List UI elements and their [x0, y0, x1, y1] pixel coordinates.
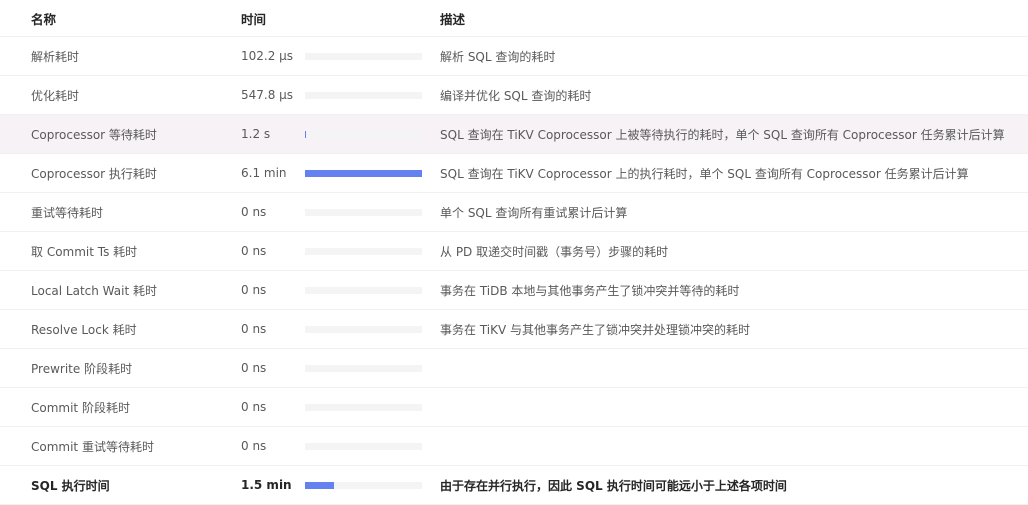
- row-name: Coprocessor 等待耗时: [31, 127, 157, 142]
- row-name: Prewrite 阶段耗时: [31, 361, 133, 376]
- table-row[interactable]: Prewrite 阶段耗时 0 ns: [0, 349, 1028, 388]
- column-header-time[interactable]: 时间: [241, 9, 266, 28]
- row-name: Local Latch Wait 耗时: [31, 283, 157, 298]
- table-row[interactable]: Local Latch Wait 耗时 0 ns 事务在 TiDB 本地与其他事务产…: [0, 271, 1028, 310]
- row-name: 取 Commit Ts 耗时: [31, 244, 138, 259]
- row-time-value: 102.2 µs: [241, 49, 294, 63]
- row-time-value: 547.8 µs: [241, 88, 294, 102]
- row-time-value: 1.2 s: [241, 127, 271, 141]
- row-description: 单个 SQL 查询所有重试累计后计算: [440, 205, 628, 220]
- table-row[interactable]: 取 Commit Ts 耗时 0 ns 从 PD 取递交时间戳（事务号）步骤的耗时: [0, 232, 1028, 271]
- time-bar-fill: [305, 131, 306, 138]
- row-description: 从 PD 取递交时间戳（事务号）步骤的耗时: [440, 244, 669, 259]
- row-name: 解析耗时: [31, 49, 80, 64]
- row-name: 重试等待耗时: [31, 205, 104, 220]
- row-time-value: 0 ns: [241, 439, 267, 453]
- table-row[interactable]: 重试等待耗时 0 ns 单个 SQL 查询所有重试累计后计算: [0, 193, 1028, 232]
- table-row[interactable]: Commit 重试等待耗时 0 ns: [0, 427, 1028, 466]
- row-description: 编译并优化 SQL 查询的耗时: [440, 88, 592, 103]
- time-bar-track: [305, 287, 422, 294]
- time-bar-track: [305, 209, 422, 216]
- time-bar-track: [305, 326, 422, 333]
- row-description: SQL 查询在 TiKV Coprocessor 上被等待执行的耗时，单个 SQ…: [440, 127, 1005, 142]
- column-header-name[interactable]: 名称: [31, 9, 56, 28]
- table-row[interactable]: Coprocessor 等待耗时 1.2 s SQL 查询在 TiKV Coproc…: [0, 115, 1028, 154]
- table-row[interactable]: SQL 执行时间 1.5 min 由于存在并行执行，因此 SQL 执行时间可能远小于…: [0, 466, 1028, 505]
- row-description: 解析 SQL 查询的耗时: [440, 49, 556, 64]
- row-time-value: 0 ns: [241, 361, 267, 375]
- time-bar-track: [305, 131, 422, 138]
- row-description: 事务在 TiDB 本地与其他事务产生了锁冲突并等待的耗时: [440, 283, 740, 298]
- table-row[interactable]: Commit 阶段耗时 0 ns: [0, 388, 1028, 427]
- row-description: 事务在 TiKV 与其他事务产生了锁冲突并处理锁冲突的耗时: [440, 322, 751, 337]
- row-time-value: 6.1 min: [241, 166, 287, 180]
- row-time-value: 0 ns: [241, 283, 267, 297]
- time-bar-fill: [305, 482, 334, 489]
- table-row[interactable]: 解析耗时 102.2 µs 解析 SQL 查询的耗时: [0, 37, 1028, 76]
- row-description: SQL 查询在 TiKV Coprocessor 上的执行耗时，单个 SQL 查…: [440, 166, 969, 181]
- row-time-value: 0 ns: [241, 400, 267, 414]
- row-name: Coprocessor 执行耗时: [31, 166, 157, 181]
- time-bar-track: [305, 443, 422, 450]
- timing-table: 名称 时间 描述 解析耗时 102.2 µs 解析 SQL 查询的耗时优化耗时 547…: [0, 0, 1028, 505]
- time-bar-track: [305, 365, 422, 372]
- column-header-desc[interactable]: 描述: [440, 9, 465, 28]
- table-body: 解析耗时 102.2 µs 解析 SQL 查询的耗时优化耗时 547.8 µs 编译并优…: [0, 37, 1028, 505]
- row-description: 由于存在并行执行，因此 SQL 执行时间可能远小于上述各项时间: [440, 478, 787, 493]
- time-bar-fill: [305, 170, 422, 177]
- row-name: SQL 执行时间: [31, 478, 110, 493]
- row-name: Commit 重试等待耗时: [31, 439, 154, 454]
- row-name: Commit 阶段耗时: [31, 400, 130, 415]
- time-bar-track: [305, 53, 422, 60]
- time-bar-track: [305, 170, 422, 177]
- row-time-value: 0 ns: [241, 244, 267, 258]
- time-bar-track: [305, 404, 422, 411]
- row-time-value: 1.5 min: [241, 478, 292, 492]
- table-row[interactable]: Coprocessor 执行耗时 6.1 min SQL 查询在 TiKV Copr…: [0, 154, 1028, 193]
- row-name: Resolve Lock 耗时: [31, 322, 137, 337]
- row-time-value: 0 ns: [241, 322, 267, 336]
- time-bar-track: [305, 248, 422, 255]
- row-name: 优化耗时: [31, 88, 80, 103]
- time-bar-track: [305, 92, 422, 99]
- table-row[interactable]: Resolve Lock 耗时 0 ns 事务在 TiKV 与其他事务产生了锁冲突并…: [0, 310, 1028, 349]
- time-bar-track: [305, 482, 422, 489]
- table-header: 名称 时间 描述: [0, 0, 1028, 37]
- row-time-value: 0 ns: [241, 205, 267, 219]
- table-row[interactable]: 优化耗时 547.8 µs 编译并优化 SQL 查询的耗时: [0, 76, 1028, 115]
